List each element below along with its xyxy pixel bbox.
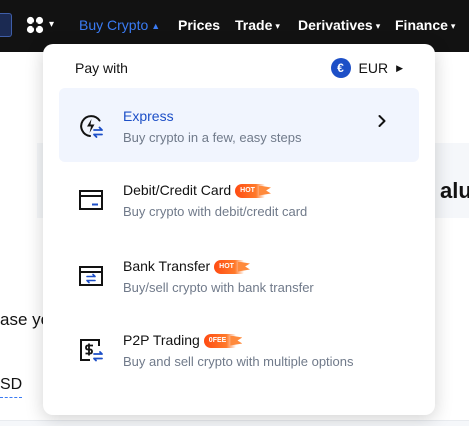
option-express-title: Express [123, 108, 174, 125]
buy-crypto-dropdown: Pay with € EUR ▶ Express Buy crypto in a… [43, 44, 435, 415]
credit-card-icon [79, 190, 103, 210]
pay-with-label: Pay with [75, 60, 128, 76]
option-express-subtitle: Buy crypto in a few, easy steps [123, 130, 302, 145]
option-bank-transfer-title-text: Bank Transfer [123, 258, 211, 274]
background-currency-selector[interactable]: SD [0, 375, 23, 398]
option-debit-credit-card-title: Debit/Credit Card HOT [123, 182, 265, 199]
nav-trade[interactable]: Trade ▾ [235, 17, 280, 35]
nav-prices[interactable]: Prices [178, 17, 220, 34]
apps-caret-icon[interactable]: ▾ [49, 20, 54, 30]
caret-down-icon: ▾ [275, 21, 280, 31]
option-bank-transfer[interactable]: Bank Transfer HOT Buy/sell crypto with b… [59, 238, 419, 312]
caret-right-icon: ▶ [396, 62, 403, 73]
nav-buy-crypto-label: Buy Crypto [79, 17, 149, 33]
euro-icon: € [330, 58, 351, 78]
nav-derivatives[interactable]: Derivatives ▾ [298, 17, 380, 35]
hot-badge: HOT [235, 183, 265, 198]
option-p2p-trading-title: P2P Trading 0FEE [123, 332, 237, 349]
background-bottom-strip [0, 420, 469, 426]
p2p-trading-icon [80, 339, 103, 362]
caret-down-icon: ▾ [450, 21, 456, 31]
option-express-title-text: Express [123, 108, 174, 124]
bank-transfer-icon [79, 266, 103, 286]
hot-badge: HOT [214, 259, 244, 274]
nav-prices-label: Prices [178, 17, 221, 33]
background-headline: alue [440, 178, 469, 203]
nav-finance[interactable]: Finance ▾ [395, 17, 455, 35]
nav-derivatives-label: Derivatives [298, 17, 373, 33]
nav-left-button-edge[interactable] [0, 13, 12, 37]
currency-code: EUR [358, 60, 389, 76]
nav-buy-crypto[interactable]: Buy Crypto ▲ [79, 17, 160, 35]
option-express[interactable]: Express Buy crypto in a few, easy steps [59, 88, 419, 162]
caret-down-icon: ▾ [375, 21, 381, 31]
option-bank-transfer-title: Bank Transfer HOT [123, 258, 244, 275]
option-p2p-trading-title-text: P2P Trading [123, 332, 200, 348]
option-debit-credit-card-subtitle: Buy crypto with debit/credit card [123, 204, 308, 219]
nav-trade-label: Trade [235, 17, 273, 33]
chevron-right-icon [378, 115, 386, 127]
apps-grid-icon[interactable] [26, 16, 44, 34]
option-debit-credit-card-title-text: Debit/Credit Card [123, 182, 232, 198]
express-lightning-icon [80, 115, 103, 138]
zero-fee-badge: 0FEE [203, 333, 237, 348]
option-p2p-trading[interactable]: P2P Trading 0FEE Buy and sell crypto wit… [59, 312, 419, 386]
nav-finance-label: Finance [395, 17, 448, 33]
currency-selector[interactable]: € EUR ▶ [330, 57, 403, 79]
option-p2p-trading-subtitle: Buy and sell crypto with multiple option… [123, 354, 354, 369]
option-bank-transfer-subtitle: Buy/sell crypto with bank transfer [123, 280, 314, 295]
caret-up-icon: ▲ [151, 21, 161, 31]
option-debit-credit-card[interactable]: Debit/Credit Card HOT Buy crypto with de… [59, 162, 419, 236]
